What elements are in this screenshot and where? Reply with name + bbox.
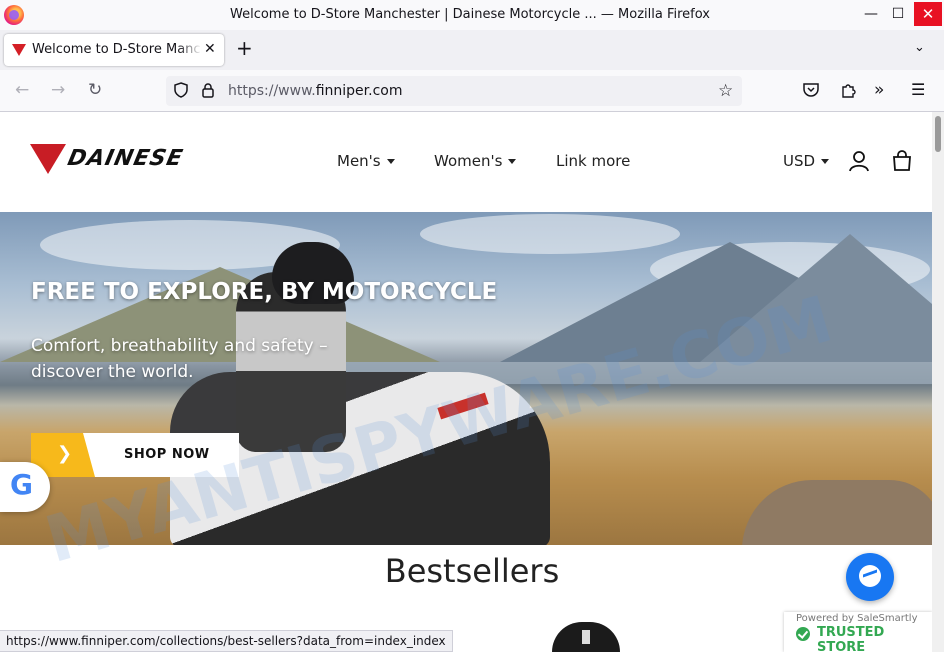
new-tab-plus-icon[interactable]: + — [236, 36, 253, 60]
shop-now-button[interactable]: ❯ SHOP NOW — [31, 433, 239, 477]
menu-mens-label: Men's — [337, 152, 381, 170]
hero-subtitle: Comfort, breathability and safety – disc… — [31, 336, 328, 382]
trusted-powered-text: Powered by SaleSmartly — [796, 613, 918, 624]
menu-link-more[interactable]: Link more — [556, 152, 630, 170]
bookmark-star-icon[interactable]: ☆ — [718, 81, 733, 101]
shop-now-label: SHOP NOW — [124, 447, 210, 462]
check-circle-icon — [796, 627, 810, 641]
account-user-icon[interactable] — [849, 150, 869, 176]
menu-link-more-label: Link more — [556, 152, 631, 170]
currency-label: USD — [783, 152, 816, 170]
hero-title: FREE TO EXPLORE, BY MOTORCYCLE — [31, 279, 498, 305]
trusted-store-badge[interactable]: Powered by SaleSmartly TRUSTED STORE — [784, 612, 932, 652]
section-title-bestsellers: Bestsellers — [384, 552, 560, 590]
dainese-logo[interactable]: DAINESE — [30, 144, 185, 180]
dainese-devil-logo-icon — [30, 144, 66, 174]
overflow-chevrons-icon[interactable]: » — [874, 80, 884, 100]
product-jacket-thumbnail[interactable] — [552, 622, 620, 652]
google-g-icon: G — [10, 468, 33, 501]
back-arrow-icon[interactable]: ← — [15, 80, 29, 100]
firefox-logo-icon — [4, 5, 24, 25]
url-domain: finniper.com — [315, 83, 403, 99]
minimize-icon[interactable]: — — [857, 0, 885, 28]
reload-icon[interactable]: ↻ — [88, 80, 102, 100]
web-page: DAINESE Men's Women's Link more USD FREE… — [0, 112, 932, 652]
tab-strip: Welcome to D-Store Manchester | Dainese … — [0, 30, 944, 70]
caret-down-icon — [386, 159, 395, 164]
dainese-favicon-icon — [12, 44, 26, 56]
tracking-shield-icon[interactable] — [173, 82, 189, 102]
url-scheme: https://www. — [228, 83, 316, 99]
messenger-icon — [859, 565, 881, 587]
menu-womens-label: Women's — [434, 152, 503, 170]
google-reviews-badge[interactable]: G — [0, 462, 50, 512]
chevron-right-icon: ❯ — [57, 443, 73, 464]
menu-womens[interactable]: Women's — [434, 152, 517, 170]
pocket-icon[interactable] — [803, 82, 819, 101]
tab-active[interactable]: Welcome to D-Store Manchester | Dainese … — [4, 34, 224, 66]
tab-close-icon[interactable]: ✕ — [204, 41, 216, 57]
page-scrollbar[interactable] — [932, 112, 944, 652]
close-icon[interactable]: ✕ — [914, 2, 942, 26]
extensions-puzzle-icon[interactable] — [840, 82, 856, 102]
tab-label: Welcome to D-Store Manchester | Dainese … — [32, 42, 202, 57]
menu-mens[interactable]: Men's — [337, 152, 395, 170]
tab-list-chevron-icon[interactable]: ⌄ — [914, 40, 925, 55]
url-text[interactable]: https://www.finniper.com — [228, 83, 402, 99]
cart-bag-icon[interactable] — [892, 150, 912, 176]
trusted-store-label: TRUSTED STORE — [817, 625, 885, 652]
caret-down-icon — [508, 159, 517, 164]
caret-down-icon — [821, 159, 830, 164]
status-bar-url: https://www.finniper.com/collections/bes… — [0, 630, 453, 652]
scrollbar-thumb[interactable] — [935, 116, 941, 152]
window-title: Welcome to D-Store Manchester | Dainese … — [230, 7, 710, 22]
hamburger-menu-icon[interactable]: ☰ — [911, 80, 925, 99]
maximize-icon[interactable]: ☐ — [884, 0, 912, 28]
window-titlebar: Welcome to D-Store Manchester | Dainese … — [0, 0, 944, 30]
currency-selector[interactable]: USD — [783, 152, 830, 170]
logo-wordmark: DAINESE — [65, 146, 186, 171]
messenger-chat-button[interactable] — [846, 553, 894, 601]
forward-arrow-icon[interactable]: → — [51, 80, 65, 100]
lock-icon[interactable] — [201, 82, 215, 102]
